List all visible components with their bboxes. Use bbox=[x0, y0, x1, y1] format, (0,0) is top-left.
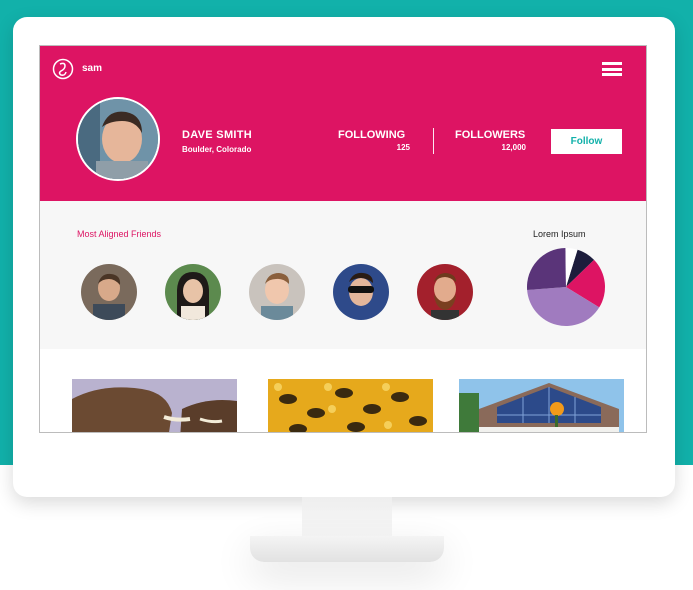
monitor-stand-neck bbox=[302, 497, 392, 537]
brand-name: sam bbox=[82, 63, 103, 74]
friend-avatar[interactable] bbox=[165, 264, 221, 320]
profile-avatar bbox=[76, 97, 160, 181]
friend-avatar[interactable] bbox=[333, 264, 389, 320]
profile-header: sam DAVE SMITH Boulder, Colorado FOLLOWI… bbox=[40, 46, 646, 201]
profile-location: Boulder, Colorado bbox=[182, 145, 252, 154]
gallery-section bbox=[40, 349, 646, 432]
stats-divider bbox=[433, 128, 434, 154]
friends-title: Most Aligned Friends bbox=[77, 229, 162, 239]
pie-chart bbox=[527, 248, 605, 326]
app-screen: sam DAVE SMITH Boulder, Colorado FOLLOWI… bbox=[39, 45, 647, 433]
pie-chart-title: Lorem Ipsum bbox=[533, 229, 586, 239]
friend-avatar[interactable] bbox=[81, 264, 137, 320]
following-label[interactable]: FOLLOWING bbox=[338, 129, 405, 141]
monitor-stand-base bbox=[250, 536, 444, 562]
gallery-image-bees[interactable] bbox=[268, 379, 433, 432]
follow-button[interactable]: Follow bbox=[551, 129, 622, 154]
gallery-image-elephant[interactable] bbox=[72, 379, 237, 432]
menu-icon[interactable] bbox=[602, 62, 622, 76]
logo-icon[interactable] bbox=[52, 58, 74, 80]
followers-count: 12,000 bbox=[501, 143, 526, 152]
followers-label[interactable]: FOLLOWERS bbox=[455, 129, 525, 141]
gallery-image-solar-house[interactable] bbox=[459, 379, 624, 432]
friends-section: Most Aligned Friends Lorem Ipsum bbox=[40, 201, 646, 349]
profile-name: DAVE SMITH bbox=[182, 129, 253, 141]
friend-avatar[interactable] bbox=[417, 264, 473, 320]
following-count: 125 bbox=[396, 143, 410, 152]
pie-slice bbox=[527, 248, 566, 290]
friend-avatar[interactable] bbox=[249, 264, 305, 320]
